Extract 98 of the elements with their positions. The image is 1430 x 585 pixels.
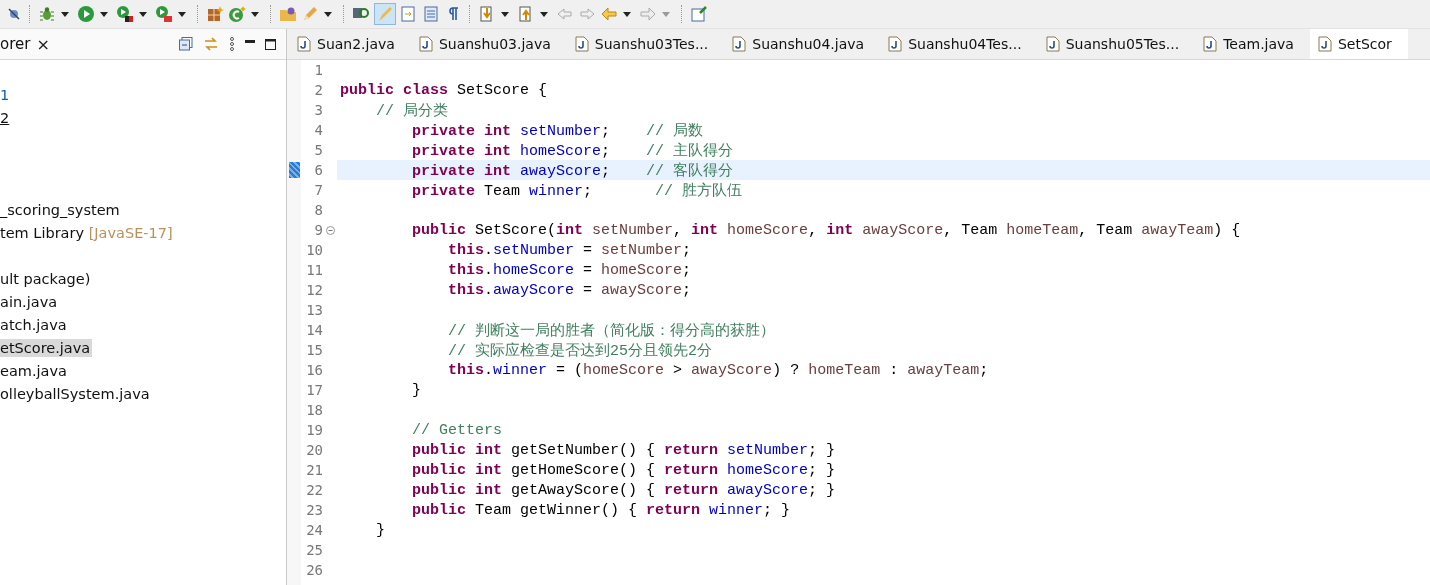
tree-item[interactable]: olleyballSystem.java <box>0 384 152 403</box>
code-line: // 局分类 <box>375 101 448 120</box>
line-number: 7 <box>313 182 323 198</box>
java-file-icon <box>888 36 903 52</box>
line-number: 5 <box>313 142 323 158</box>
java-file-icon <box>1045 36 1060 52</box>
java-file-icon <box>418 36 433 52</box>
caret-icon[interactable] <box>177 9 187 19</box>
line-number: 22 <box>305 482 323 498</box>
line-number: 20 <box>305 442 323 458</box>
caret-icon[interactable] <box>500 9 510 19</box>
line-number: 11 <box>305 262 323 278</box>
line-number: 1 <box>313 62 323 78</box>
code-line: public int getAwayScore() { return awayScore; } <box>411 481 836 499</box>
editor-tab[interactable]: Team.java <box>1195 29 1310 59</box>
maximize-icon[interactable] <box>265 38 276 50</box>
editor-tab[interactable]: Suan2.java <box>289 29 411 59</box>
code-line: private int awayScore; // 客队得分 <box>411 161 734 180</box>
bug-icon[interactable] <box>38 5 56 23</box>
code-line: private int homeScore; // 主队得分 <box>411 141 734 160</box>
line-number: 21 <box>305 462 323 478</box>
code-line: } <box>375 521 385 539</box>
line-number: 2 <box>313 82 323 98</box>
line-number: 13 <box>305 302 323 318</box>
line-number: 9 <box>313 222 323 238</box>
tree-item[interactable]: atch.java <box>0 315 69 334</box>
editor-tab[interactable]: SetScor <box>1309 29 1408 59</box>
line-number: 4 <box>313 122 323 138</box>
code-line: // 实际应检查是否达到25分且领先2分 <box>447 341 713 360</box>
line-number: 19 <box>305 422 323 438</box>
line-number: 17 <box>305 382 323 398</box>
editor-tab[interactable]: Suanshu03.java <box>410 29 567 59</box>
code-line: private Team winner; // 胜方队伍 <box>411 181 743 200</box>
tree-item[interactable]: ult package) <box>0 269 93 288</box>
caret-icon[interactable] <box>323 9 333 19</box>
line-number: 23 <box>305 502 323 518</box>
view-tab[interactable]: orer <box>0 35 31 53</box>
java-file-icon <box>574 36 589 52</box>
line-number: 16 <box>305 362 323 378</box>
line-number: 14 <box>305 322 323 338</box>
java-file-icon <box>732 36 747 52</box>
code-line: public int getHomeScore() { return homeScore; } <box>411 461 836 479</box>
line-number: 10 <box>305 242 323 258</box>
code-line: public SetScore(int setNumber, int homeScore, int awayScore, Team homeTeam, Team awayTeam) { <box>411 221 1241 239</box>
tree-item[interactable]: etScore.java <box>0 338 93 357</box>
line-number: 26 <box>305 562 323 578</box>
editor-tab[interactable]: Suanshu04.java <box>724 29 881 59</box>
tree-item[interactable]: tem Library [JavaSE-17] <box>0 223 175 242</box>
folder-icon[interactable] <box>279 5 297 23</box>
external-tools-icon[interactable] <box>155 5 173 23</box>
caret-icon[interactable] <box>60 9 70 19</box>
line-number: 18 <box>305 402 323 418</box>
editor-tab[interactable]: Suanshu04Tes... <box>880 29 1038 59</box>
close-button[interactable]: × <box>30 34 56 54</box>
collapse-icon[interactable] <box>325 225 335 235</box>
tree-item[interactable]: _scoring_system <box>0 200 122 219</box>
code-line: this.homeScore = homeScore; <box>447 261 692 279</box>
tree-item[interactable]: eam.java <box>0 361 69 380</box>
line-number: 8 <box>313 202 323 218</box>
run-coverage-icon[interactable] <box>116 5 134 23</box>
line-number: 25 <box>305 542 323 558</box>
java-file-icon <box>1317 36 1332 52</box>
code-line: } <box>411 381 421 399</box>
collapse-all-icon[interactable] <box>179 37 193 51</box>
line-number: 3 <box>313 102 323 118</box>
caret-icon[interactable] <box>138 9 148 19</box>
code-line: // 判断这一局的胜者（简化版：得分高的获胜） <box>447 321 776 340</box>
link-icon[interactable] <box>203 37 219 51</box>
package-icon[interactable] <box>206 5 224 23</box>
caret-icon[interactable] <box>250 9 260 19</box>
line-number: 15 <box>305 342 323 358</box>
editor-tab[interactable]: Suanshu03Tes... <box>566 29 725 59</box>
caret-icon[interactable] <box>622 9 632 19</box>
line-number: 24 <box>305 522 323 538</box>
document-icon[interactable] <box>400 5 418 23</box>
tree-item[interactable]: 2 <box>0 108 12 127</box>
editor-tab[interactable]: Suanshu05Tes... <box>1037 29 1196 59</box>
highlight-toggle[interactable] <box>374 3 396 25</box>
tree-item[interactable]: 1 <box>0 85 12 104</box>
caret-icon[interactable] <box>539 9 549 19</box>
java-file-icon <box>1203 36 1218 52</box>
code-line: this.setNumber = setNumber; <box>447 241 692 259</box>
code-line: public Team getWinner() { return winner; } <box>411 501 791 519</box>
line-number: 12 <box>305 282 323 298</box>
code-line: public int getSetNumber() { return setNumber; } <box>411 441 836 459</box>
java-file-icon <box>297 36 311 52</box>
code-line: private int setNumber; // 局数 <box>411 121 704 140</box>
menu-icon[interactable] <box>229 37 235 51</box>
run-icon[interactable] <box>77 5 95 23</box>
code-line: this.winner = (homeScore > awayScore) ? homeTeam : awayTeam; <box>447 361 989 379</box>
tree-item[interactable]: ain.java <box>0 292 60 311</box>
new-class-icon[interactable] <box>228 5 246 23</box>
caret-icon[interactable] <box>99 9 109 19</box>
code-line: // Getters <box>411 421 503 439</box>
code-line: public class SetScore { <box>340 81 548 99</box>
pin-editor-icon[interactable] <box>690 5 708 23</box>
code-line: this.awayScore = awayScore; <box>447 281 692 299</box>
line-number: 6 <box>313 162 323 178</box>
